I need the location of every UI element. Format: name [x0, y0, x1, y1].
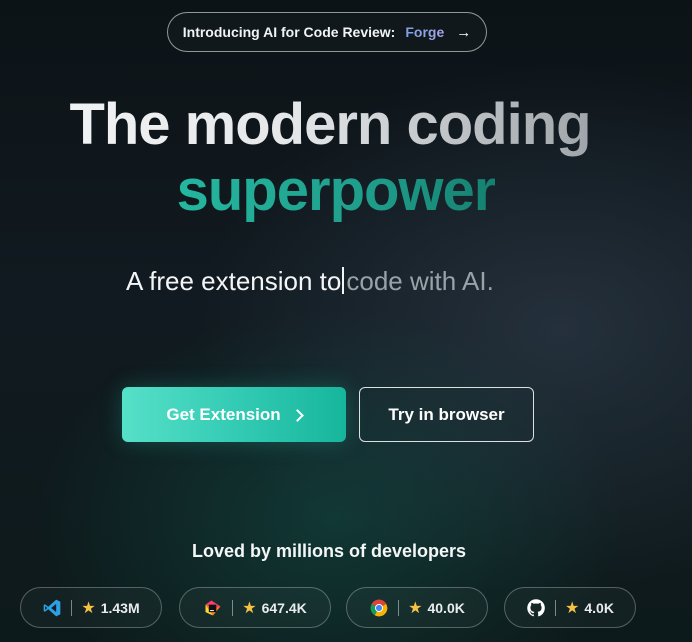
chevron-right-icon [290, 408, 304, 422]
typing-caret [342, 267, 345, 294]
try-in-browser-label: Try in browser [388, 404, 505, 424]
hero-tagline: A free extension to code with AI. [126, 266, 494, 297]
announcement-banner[interactable]: Introducing AI for Code Review: Forge → [167, 12, 487, 52]
announcement-text: Introducing AI for Code Review: [182, 24, 396, 40]
badge-divider [232, 599, 234, 616]
chrome-count: 40.0K [427, 599, 465, 616]
star-icon: ★ [81, 599, 96, 617]
tagline-typed: A free extension to [126, 266, 342, 296]
headline-line-2: superpower [165, 158, 497, 224]
badge-divider [398, 599, 400, 616]
get-extension-label: Get Extension [166, 404, 281, 424]
jetbrains-icon [205, 600, 221, 615]
chrome-rating-badge[interactable]: ★ 40.0K [346, 587, 488, 628]
get-extension-button[interactable]: Get Extension [122, 387, 346, 442]
github-icon [527, 598, 545, 616]
hero-headline: The modern coding superpower [0, 92, 660, 224]
star-icon: ★ [408, 599, 423, 617]
vscode-rating-badge[interactable]: ★ 1.43M [20, 587, 162, 628]
jetbrains-rating-badge[interactable]: ★ 647.4K [179, 587, 331, 628]
star-icon: ★ [565, 599, 580, 617]
social-proof-heading: Loved by millions of developers [191, 541, 467, 561]
star-icon: ★ [242, 599, 257, 617]
headline-line-1: The modern coding [0, 92, 660, 158]
github-rating-badge[interactable]: ★ 4.0K [504, 587, 636, 628]
badge-divider [555, 599, 557, 616]
tagline-rest: code with AI. [346, 266, 494, 296]
vscode-icon [44, 599, 61, 616]
vscode-count: 1.43M [100, 599, 140, 616]
arrow-right-icon: → [456, 23, 472, 41]
announcement-highlight: Forge [405, 24, 445, 40]
jetbrains-count: 647.4K [261, 599, 307, 616]
chrome-icon [370, 599, 388, 616]
badge-divider [71, 599, 73, 616]
try-in-browser-button[interactable]: Try in browser [359, 387, 534, 442]
github-count: 4.0K [584, 599, 614, 616]
